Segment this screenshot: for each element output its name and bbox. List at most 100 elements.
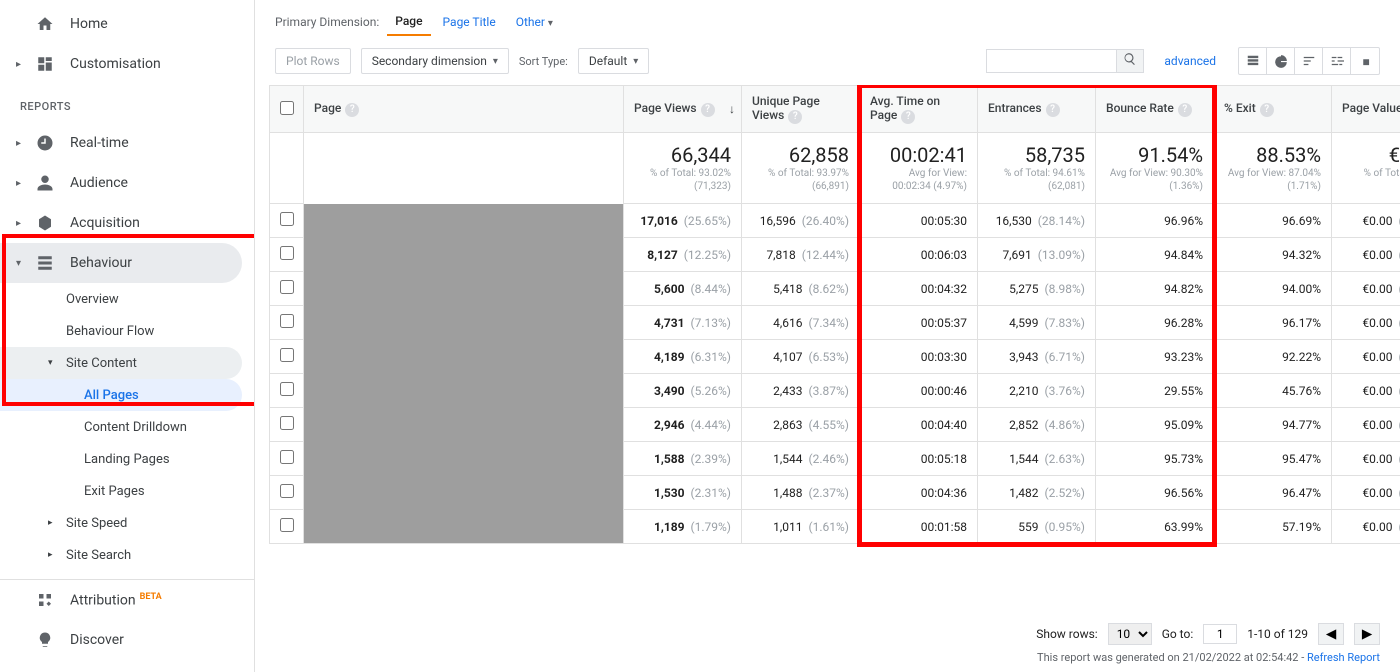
col-page-views[interactable]: Page Views?↓ (624, 86, 742, 133)
toolbar: Plot Rows Secondary dimension Sort Type:… (255, 37, 1400, 85)
nav-home[interactable]: Home (0, 4, 254, 44)
view-bar-icon[interactable] (1295, 48, 1323, 74)
sort-type-dropdown[interactable]: Default (578, 48, 649, 74)
sub-site-speed-label: Site Speed (66, 516, 127, 531)
data-table: Page? Page Views?↓ Unique Page Views? Av… (269, 85, 1400, 544)
nav-audience[interactable]: ▸ Audience (0, 163, 254, 203)
col-bounce-rate[interactable]: Bounce Rate? (1096, 86, 1214, 133)
row-checkbox[interactable] (280, 450, 294, 464)
chevron-down-icon: ▾ (48, 358, 58, 368)
nav-discover[interactable]: Discover (0, 620, 254, 660)
nav-realtime[interactable]: ▸ Real-time (0, 123, 254, 163)
person-icon (34, 172, 56, 194)
sub-exit-pages[interactable]: Exit Pages (0, 475, 254, 507)
sub-site-speed[interactable]: ▸ Site Speed (0, 507, 254, 539)
go-to-label: Go to: (1162, 627, 1194, 641)
row-checkbox[interactable] (280, 212, 294, 226)
page-cell (304, 408, 624, 442)
reports-header: REPORTS (0, 84, 254, 123)
home-icon (34, 13, 56, 35)
sub-content-drilldown[interactable]: Content Drilldown (0, 411, 254, 443)
help-icon[interactable]: ? (901, 110, 915, 124)
page-cell (304, 238, 624, 272)
table-row: 4,731(7.13%)4,616(7.34%)00:05:374,599(7.… (270, 306, 1400, 340)
row-checkbox[interactable] (280, 484, 294, 498)
row-checkbox[interactable] (280, 246, 294, 260)
nav-attribution-label: Attribution (70, 592, 136, 608)
help-icon[interactable]: ? (345, 103, 359, 117)
row-checkbox[interactable] (280, 314, 294, 328)
show-rows-label: Show rows: (1036, 627, 1097, 641)
sub-behaviour-flow[interactable]: Behaviour Flow (0, 315, 254, 347)
next-page-button[interactable]: ▶ (1354, 623, 1380, 645)
table-row: 3,490(5.26%)2,433(3.87%)00:00:462,210(3.… (270, 374, 1400, 408)
help-icon[interactable]: ? (701, 103, 715, 117)
select-all-checkbox[interactable] (280, 101, 294, 115)
behaviour-icon (34, 252, 56, 274)
help-icon[interactable]: ? (788, 110, 802, 124)
page-cell (304, 442, 624, 476)
col-exit[interactable]: % Exit? (1214, 86, 1332, 133)
sub-site-content[interactable]: ▾ Site Content (0, 347, 242, 379)
col-entrances[interactable]: Entrances? (978, 86, 1096, 133)
view-pivot-icon[interactable] (1351, 48, 1379, 74)
help-icon[interactable]: ? (1178, 103, 1192, 117)
plot-rows-button[interactable]: Plot Rows (275, 48, 351, 74)
nav-customisation[interactable]: ▸ Customisation (0, 44, 254, 84)
view-toggle (1238, 47, 1380, 75)
col-avg-time[interactable]: Avg. Time on Page? (860, 86, 978, 133)
view-pie-icon[interactable] (1267, 48, 1295, 74)
row-checkbox[interactable] (280, 382, 294, 396)
sub-landing-pages[interactable]: Landing Pages (0, 443, 254, 475)
refresh-report-link[interactable]: Refresh Report (1307, 651, 1380, 664)
row-checkbox[interactable] (280, 348, 294, 362)
view-table-icon[interactable] (1239, 48, 1267, 74)
col-unique-page-views[interactable]: Unique Page Views? (742, 86, 860, 133)
prev-page-button[interactable]: ◀ (1318, 623, 1344, 645)
report-meta: This report was generated on 21/02/2022 … (255, 649, 1400, 672)
dashboard-icon (34, 53, 56, 75)
sub-overview[interactable]: Overview (0, 283, 254, 315)
table-row: 1,189(1.79%)1,011(1.61%)00:01:58559(0.95… (270, 510, 1400, 544)
help-icon[interactable]: ? (1046, 103, 1060, 117)
search-input[interactable] (986, 49, 1116, 73)
tab-page-title[interactable]: Page Title (435, 9, 504, 35)
nav-realtime-label: Real-time (70, 135, 129, 151)
row-checkbox[interactable] (280, 518, 294, 532)
page-cell (304, 340, 624, 374)
table-row: 17,016(25.65%)16,596(26.40%)00:05:3016,5… (270, 204, 1400, 238)
sub-site-search-label: Site Search (66, 548, 131, 563)
row-checkbox[interactable] (280, 280, 294, 294)
go-to-input[interactable] (1203, 624, 1237, 644)
pagination-range: 1-10 of 129 (1247, 627, 1308, 641)
primary-dimension-label: Primary Dimension: (275, 15, 379, 29)
view-comparison-icon[interactable] (1323, 48, 1351, 74)
nav-customisation-label: Customisation (70, 56, 161, 72)
show-rows-select[interactable]: 10 (1108, 623, 1152, 645)
sub-site-search[interactable]: ▸ Site Search (0, 539, 254, 571)
help-icon[interactable]: ? (1260, 103, 1274, 117)
summary-row: 66,344% of Total: 93.02% (71,323) 62,858… (270, 133, 1400, 204)
tab-other[interactable]: Other (508, 9, 561, 35)
primary-dimension-tabs: Primary Dimension: Page Page Title Other (255, 0, 1400, 37)
lightbulb-icon (34, 629, 56, 651)
advanced-link[interactable]: advanced (1164, 54, 1216, 68)
col-page[interactable]: Page? (304, 86, 624, 133)
page-cell (304, 306, 624, 340)
col-page-value[interactable]: Page Value? (1332, 86, 1400, 133)
search-button[interactable] (1116, 49, 1144, 73)
beta-badge: BETA (140, 592, 162, 602)
table-wrap: Page? Page Views?↓ Unique Page Views? Av… (255, 85, 1400, 615)
nav-behaviour[interactable]: ▾ Behaviour (0, 243, 242, 283)
secondary-dimension-dropdown[interactable]: Secondary dimension (361, 48, 509, 74)
nav-acquisition[interactable]: ▸ Acquisition (0, 203, 254, 243)
sort-desc-icon: ↓ (729, 102, 735, 116)
row-checkbox[interactable] (280, 416, 294, 430)
page-cell (304, 204, 624, 238)
page-cell (304, 476, 624, 510)
nav-attribution[interactable]: Attribution BETA (0, 580, 254, 620)
sub-all-pages[interactable]: All Pages (0, 379, 242, 411)
tab-page[interactable]: Page (387, 8, 430, 36)
nav-admin[interactable]: Admin (0, 660, 254, 672)
clock-icon (34, 132, 56, 154)
